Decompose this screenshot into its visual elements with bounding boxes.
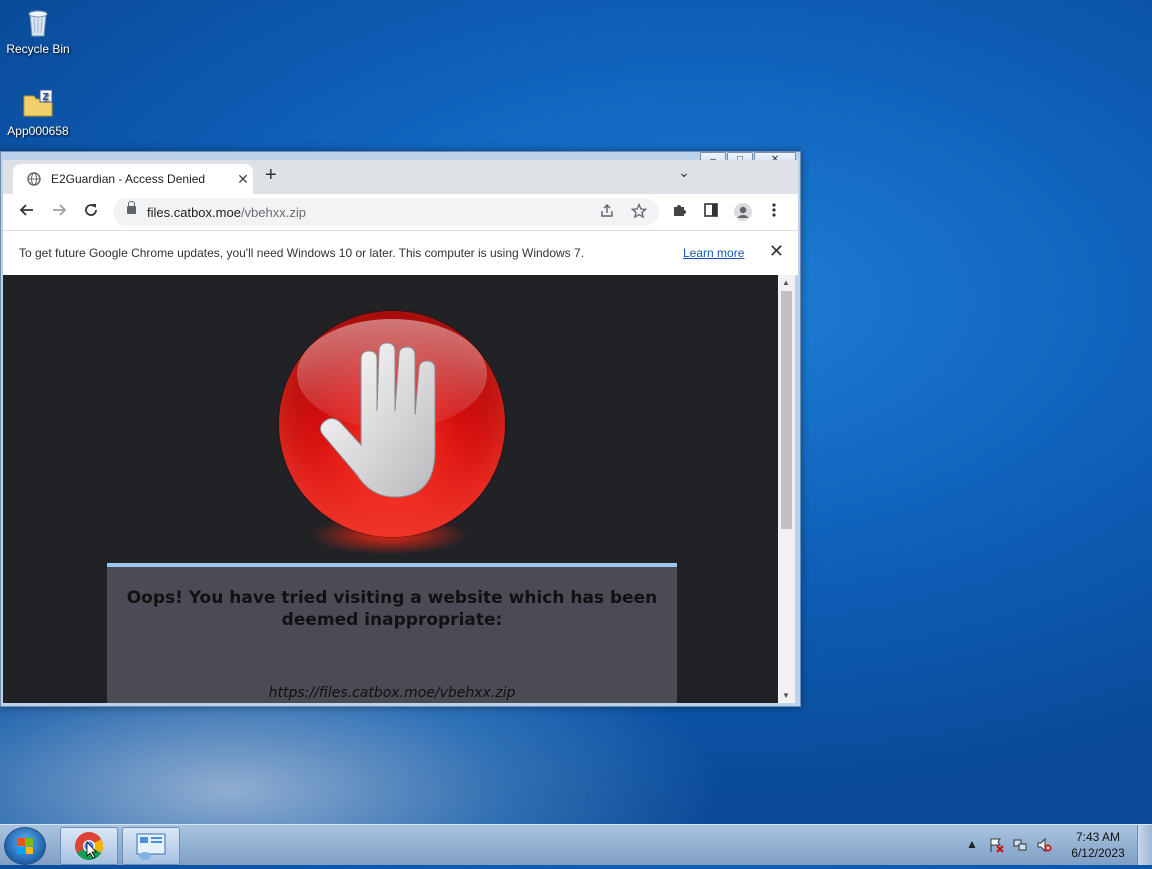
- globe-icon: [27, 172, 41, 186]
- infobar-message: To get future Google Chrome updates, you…: [19, 246, 585, 260]
- page-heading: Oops! You have tried visiting a website …: [126, 588, 658, 630]
- share-icon[interactable]: [599, 203, 615, 222]
- browser-toolbar: files.catbox.moe/vbehxx.zip: [3, 194, 798, 230]
- clock-date: 6/12/2023: [1071, 846, 1125, 860]
- recycle-bin-icon: [22, 6, 54, 38]
- system-tray: ▲ 7:43 AM 6/12/2023: [962, 825, 1152, 865]
- side-panel-icon[interactable]: [703, 202, 719, 223]
- page-scrollbar[interactable]: ▲ ▼: [778, 275, 795, 703]
- scroll-up-arrow-icon[interactable]: ▲: [782, 278, 790, 287]
- update-infobar: To get future Google Chrome updates, you…: [3, 230, 798, 276]
- start-button[interactable]: [4, 827, 46, 865]
- action-center-flag-icon[interactable]: [988, 837, 1004, 856]
- url-path: /vbehxx.zip: [240, 205, 306, 220]
- page-content: Oops! You have tried visiting a website …: [3, 275, 778, 703]
- url-host: files.catbox.moe: [147, 205, 241, 220]
- profile-avatar-icon[interactable]: [733, 202, 753, 227]
- windows-logo-icon: [17, 838, 33, 854]
- lock-icon: [127, 201, 136, 214]
- back-arrow-icon[interactable]: [19, 202, 35, 223]
- blocked-url: https://files.catbox.moe/vbehxx.zip: [268, 685, 516, 701]
- tab-title: E2Guardian - Access Denied: [51, 172, 206, 186]
- scroll-down-arrow-icon[interactable]: ▼: [782, 691, 790, 700]
- control-panel-icon: [136, 833, 166, 860]
- desktop-icon-recycle-bin[interactable]: Recycle Bin: [0, 6, 76, 56]
- taskbar-chrome-button[interactable]: [60, 827, 118, 865]
- stop-hand-icon: [279, 311, 505, 537]
- message-panel: Oops! You have tried visiting a website …: [107, 563, 677, 703]
- bookmark-star-icon[interactable]: [630, 202, 648, 222]
- desktop-icon-app000658[interactable]: Z App000658: [0, 88, 76, 138]
- new-tab-button[interactable]: +: [265, 164, 277, 187]
- desktop-icon-label: Recycle Bin: [6, 42, 70, 56]
- clock-time: 7:43 AM: [1075, 830, 1121, 844]
- learn-more-link[interactable]: Learn more: [683, 246, 744, 260]
- folder-zip-icon: Z: [22, 88, 54, 120]
- taskbar-control-panel-button[interactable]: [122, 827, 180, 865]
- url-text: files.catbox.moe/vbehxx.zip: [147, 205, 306, 220]
- tab-e2guardian[interactable]: E2Guardian - Access Denied ✕: [13, 164, 253, 194]
- desktop-icon-label: App000658: [7, 124, 69, 138]
- reload-icon[interactable]: [83, 202, 99, 223]
- taskbar-clock[interactable]: 7:43 AM 6/12/2023: [1068, 829, 1128, 861]
- extensions-puzzle-icon[interactable]: [671, 202, 687, 223]
- forward-arrow-icon[interactable]: [51, 202, 67, 223]
- show-hidden-icons-icon[interactable]: ▲: [966, 837, 978, 851]
- volume-muted-icon[interactable]: [1036, 837, 1052, 856]
- network-icon[interactable]: [1012, 837, 1028, 856]
- chrome-icon: [75, 832, 103, 860]
- scrollbar-thumb[interactable]: [781, 291, 792, 529]
- tab-search-chevron-icon[interactable]: ⌄: [678, 164, 690, 181]
- taskbar: ▲ 7:43 AM 6/12/2023: [0, 824, 1152, 865]
- infobar-close-icon[interactable]: ✕: [769, 241, 784, 262]
- show-desktop-button[interactable]: [1137, 825, 1152, 865]
- tab-strip: E2Guardian - Access Denied ✕ + ⌄: [3, 160, 798, 194]
- browser-window: ‒ □ ✕ E2Guardian - Access Denied ✕ + ⌄ f…: [0, 151, 801, 707]
- tab-close-icon[interactable]: ✕: [233, 171, 253, 188]
- svg-text:Z: Z: [43, 92, 49, 103]
- kebab-menu-icon[interactable]: [771, 202, 777, 223]
- address-bar[interactable]: files.catbox.moe/vbehxx.zip: [113, 198, 659, 226]
